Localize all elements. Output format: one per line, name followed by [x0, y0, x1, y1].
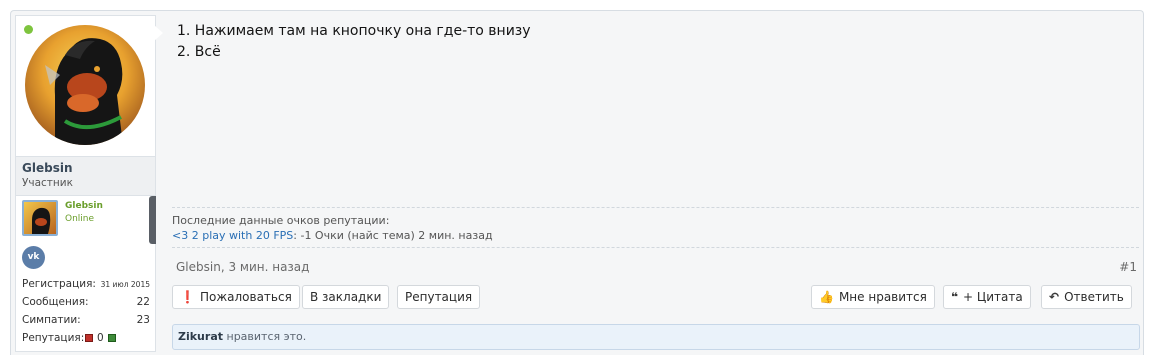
- like-button[interactable]: 👍 Мне нравится: [811, 285, 935, 309]
- rep-minus-button[interactable]: [85, 334, 93, 342]
- post-author-time[interactable]: Glebsin, 3 мин. назад: [176, 260, 309, 274]
- bookmark-label: В закладки: [310, 290, 382, 304]
- forum-post: Glebsin Участник Glebsin Online vk Регис…: [10, 10, 1144, 355]
- reputation-controls: 0: [84, 332, 117, 344]
- online-status: Online: [65, 214, 95, 224]
- rep-plus-button[interactable]: [107, 334, 116, 342]
- stat-label: Репутация:: [22, 332, 85, 344]
- reputation-value: 0: [97, 332, 104, 344]
- likes-text: нравится это.: [223, 330, 307, 343]
- reply-label: Ответить: [1064, 290, 1124, 304]
- bookmark-button[interactable]: В закладки: [302, 285, 390, 309]
- reply-button[interactable]: ↶ Ответить: [1041, 285, 1132, 309]
- divider: [172, 207, 1139, 208]
- quote-label: + Цитата: [963, 290, 1023, 304]
- stat-label: Регистрация:: [22, 278, 96, 290]
- stat-label: Симпатии:: [22, 314, 81, 326]
- reputation-info: Последние данные очков репутации: <3 2 p…: [172, 213, 493, 243]
- stat-row-messages: Сообщения: 22: [22, 296, 150, 312]
- stat-row-reputation: Репутация: 0: [22, 332, 150, 348]
- report-label: Пожаловаться: [199, 290, 292, 304]
- exclamation-circle-icon: ❗: [180, 290, 195, 304]
- user-name-block: Glebsin Участник: [16, 156, 155, 196]
- reputation-detail: : -1 Очки (найс тема) 2 мин. назад: [293, 229, 493, 242]
- stat-value: 31 июл 2015: [100, 280, 150, 289]
- reputation-info-heading: Последние данные очков репутации:: [172, 214, 390, 227]
- stat-row-likes: Симпатии: 23: [22, 314, 150, 330]
- user-sidebar: Glebsin Участник Glebsin Online vk Регис…: [15, 15, 156, 352]
- quote-button[interactable]: ❝ + Цитата: [943, 285, 1031, 309]
- message-line: 2. Всё: [177, 44, 221, 60]
- stat-value[interactable]: 22: [137, 296, 150, 308]
- reputation-link[interactable]: <3 2 play with 20 FPS: [172, 229, 293, 242]
- mini-username[interactable]: Glebsin: [65, 201, 103, 211]
- user-title: Участник: [22, 177, 73, 189]
- divider: [172, 247, 1139, 248]
- sidebar-arrow: [154, 25, 163, 41]
- message-body: 1. Нажимаем там на кнопочку она где-то в…: [177, 21, 531, 63]
- mini-avatar[interactable]: [22, 200, 58, 236]
- online-indicator: [24, 25, 33, 34]
- report-button[interactable]: ❗ Пожаловаться: [172, 285, 300, 309]
- message-line: 1. Нажимаем там на кнопочку она где-то в…: [177, 23, 531, 39]
- reply-arrow-icon: ↶: [1049, 290, 1060, 304]
- dog-portrait-icon: [45, 38, 123, 145]
- dog-thumbnail-icon: [32, 207, 51, 234]
- thumbs-up-icon: 👍: [819, 290, 834, 304]
- liker-username[interactable]: Zikurat: [178, 330, 223, 343]
- reputation-button[interactable]: Репутация: [397, 285, 481, 309]
- username[interactable]: Glebsin: [22, 161, 73, 175]
- likes-summary: Zikurat нравится это.: [172, 324, 1140, 350]
- quote-icon: ❝: [951, 290, 959, 304]
- like-label: Мне нравится: [838, 290, 927, 304]
- reputation-label: Репутация: [405, 290, 473, 304]
- sidebar-toggle-handle[interactable]: [149, 196, 156, 244]
- avatar[interactable]: [25, 25, 145, 145]
- stat-value: 23: [136, 314, 150, 326]
- stat-row-registration: Регистрация: 31 июл 2015: [22, 278, 150, 294]
- stat-label: Сообщения:: [22, 296, 89, 308]
- post-permalink[interactable]: #1: [1119, 260, 1137, 274]
- vk-icon[interactable]: vk: [22, 246, 45, 269]
